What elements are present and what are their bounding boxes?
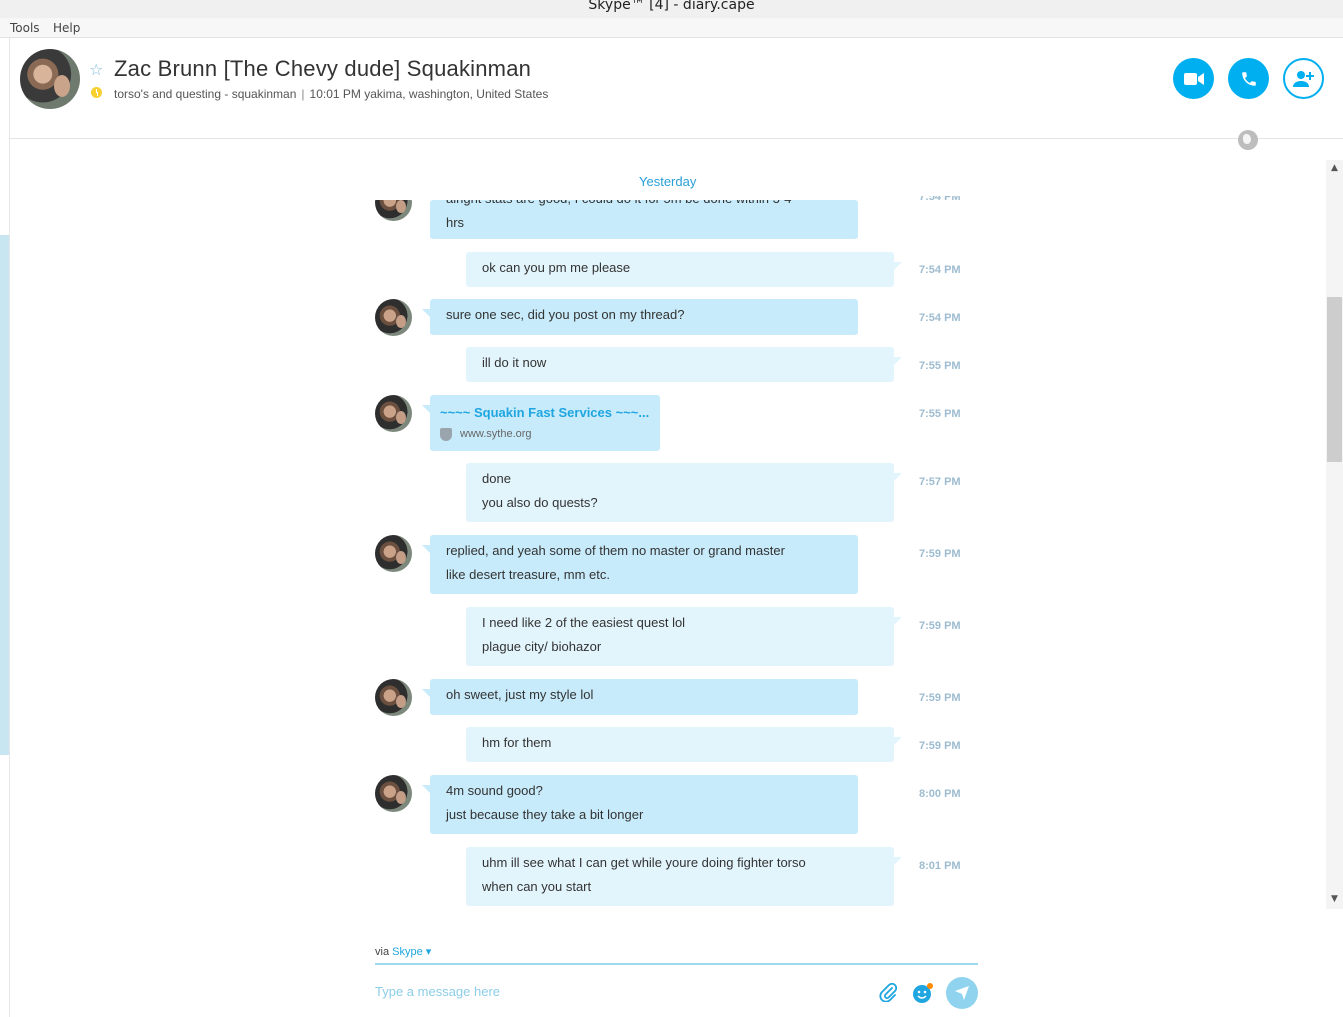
contact-mood-line: torso's and questing - squakinman | 10:01 …	[114, 87, 548, 101]
message-line: oh sweet, just my style lol	[446, 687, 594, 702]
message-line: alright stats are good, I could do it fo…	[446, 200, 842, 211]
message-line: ok can you pm me please	[482, 260, 631, 275]
paperclip-icon[interactable]	[878, 982, 898, 1002]
message-time: 7:57 PM	[919, 476, 961, 488]
left-panel-accent	[0, 235, 9, 755]
sender-avatar[interactable]	[375, 775, 412, 812]
message-line: like desert treasure, mm etc.	[446, 567, 610, 582]
via-service[interactable]: Skype	[392, 946, 423, 958]
message-line: ill do it now	[482, 355, 547, 370]
send-arrow-icon	[955, 986, 969, 1000]
add-contact-icon	[1292, 70, 1314, 87]
menu-bar: Tools Help	[0, 18, 1343, 38]
message-time: 8:01 PM	[919, 860, 961, 872]
message-line: hrs	[446, 215, 465, 230]
video-camera-icon	[1183, 72, 1204, 85]
window-title: Skype™ [4] - diary.cape	[0, 0, 1343, 18]
scrollbar-thumb[interactable]	[1327, 297, 1342, 462]
local-time: 10:01 PM yakima, washington, United Stat…	[309, 87, 549, 101]
menu-tools[interactable]: Tools	[10, 21, 40, 35]
link-preview-bubble[interactable]: ~~~~ Squakin Fast Services ~~~... www.sy…	[422, 395, 660, 451]
message-bubble[interactable]: sure one sec, did you post on my thread?	[422, 299, 858, 335]
message-line: I need like 2 of the easiest quest lol	[482, 615, 686, 630]
send-button[interactable]	[946, 977, 978, 1009]
message-bubble[interactable]: ok can you pm me please	[466, 252, 902, 287]
message-time: 7:59 PM	[919, 692, 961, 704]
phone-icon	[1241, 71, 1256, 86]
scroll-fade	[370, 179, 890, 200]
link-url: www.sythe.org	[460, 428, 532, 440]
video-call-button[interactable]	[1173, 58, 1214, 99]
link-title[interactable]: ~~~~ Squakin Fast Services ~~~...	[440, 401, 650, 425]
message-line: just because they take a bit longer	[446, 807, 644, 822]
chevron-down-icon[interactable]: ▾	[426, 946, 432, 958]
message-line: you also do quests?	[482, 495, 598, 510]
sender-avatar[interactable]	[375, 395, 412, 432]
site-shield-icon	[440, 427, 452, 441]
contact-name[interactable]: Zac Brunn [The Chevy dude] Squakinman	[114, 56, 531, 82]
message-line: replied, and yeah some of them no master…	[446, 543, 785, 558]
scroll-up-icon[interactable]: ▲	[1329, 163, 1340, 173]
left-panel-edge	[0, 38, 10, 1017]
message-time: 7:59 PM	[919, 548, 961, 560]
message-line: plague city/ biohazor	[482, 639, 602, 654]
day-separator: Yesterday	[639, 174, 697, 189]
link-source: www.sythe.org	[440, 425, 650, 443]
message-bubble[interactable]: 4m sound good? just because they take a …	[422, 775, 858, 834]
menu-help[interactable]: Help	[53, 21, 80, 35]
message-time: 7:59 PM	[919, 620, 961, 632]
message-time: 7:55 PM	[919, 408, 961, 420]
chat-scrollbar[interactable]: ▲ ▼	[1326, 160, 1343, 909]
scroll-down-icon[interactable]: ▼	[1329, 894, 1340, 904]
message-line: sure one sec, did you post on my thread?	[446, 307, 685, 322]
composer-divider	[375, 963, 978, 965]
message-line: 4m sound good?	[446, 783, 543, 798]
message-time: 7:55 PM	[919, 360, 961, 372]
message-time: 7:54 PM	[919, 196, 961, 203]
clock-icon	[91, 87, 102, 98]
message-time: 7:54 PM	[919, 312, 961, 324]
sender-avatar[interactable]	[375, 535, 412, 572]
message-bubble[interactable]: I need like 2 of the easiest quest lol p…	[466, 607, 902, 666]
message-bubble[interactable]: hm for them	[466, 727, 902, 762]
via-label: via	[375, 946, 390, 958]
send-via-selector[interactable]: via Skype ▾	[375, 945, 431, 958]
message-bubble[interactable]: done you also do quests?	[466, 463, 902, 522]
message-input[interactable]	[375, 980, 855, 1002]
message-line: when can you start	[482, 879, 592, 894]
message-line: uhm ill see what I can get while youre d…	[482, 855, 806, 870]
message-time: 7:59 PM	[919, 740, 961, 752]
message-bubble[interactable]: uhm ill see what I can get while youre d…	[466, 847, 902, 906]
message-time: 8:00 PM	[919, 788, 961, 800]
message-bubble[interactable]: ill do it now	[466, 347, 902, 382]
mood-message: torso's and questing - squakinman	[114, 87, 297, 101]
conversation-header: ☆ Zac Brunn [The Chevy dude] Squakinman …	[10, 38, 1343, 150]
message-bubble[interactable]: oh sweet, just my style lol	[422, 679, 858, 715]
emoticon-icon[interactable]	[912, 982, 934, 1004]
message-line: hm for them	[482, 735, 552, 750]
message-time: 7:54 PM	[919, 264, 961, 276]
message-line: done	[482, 471, 511, 486]
sender-avatar[interactable]	[375, 679, 412, 716]
message-bubble[interactable]: replied, and yeah some of them no master…	[422, 535, 858, 594]
message-history: Yesterday alright stats are good, I coul…	[10, 139, 1326, 909]
audio-call-button[interactable]	[1228, 58, 1269, 99]
message-bubble[interactable]: alright stats are good, I could do it fo…	[430, 200, 858, 239]
contact-avatar[interactable]	[20, 49, 80, 109]
separator: |	[301, 87, 305, 101]
add-people-button[interactable]	[1283, 58, 1324, 99]
sender-avatar[interactable]	[375, 299, 412, 336]
favorite-star-icon[interactable]: ☆	[89, 60, 103, 79]
